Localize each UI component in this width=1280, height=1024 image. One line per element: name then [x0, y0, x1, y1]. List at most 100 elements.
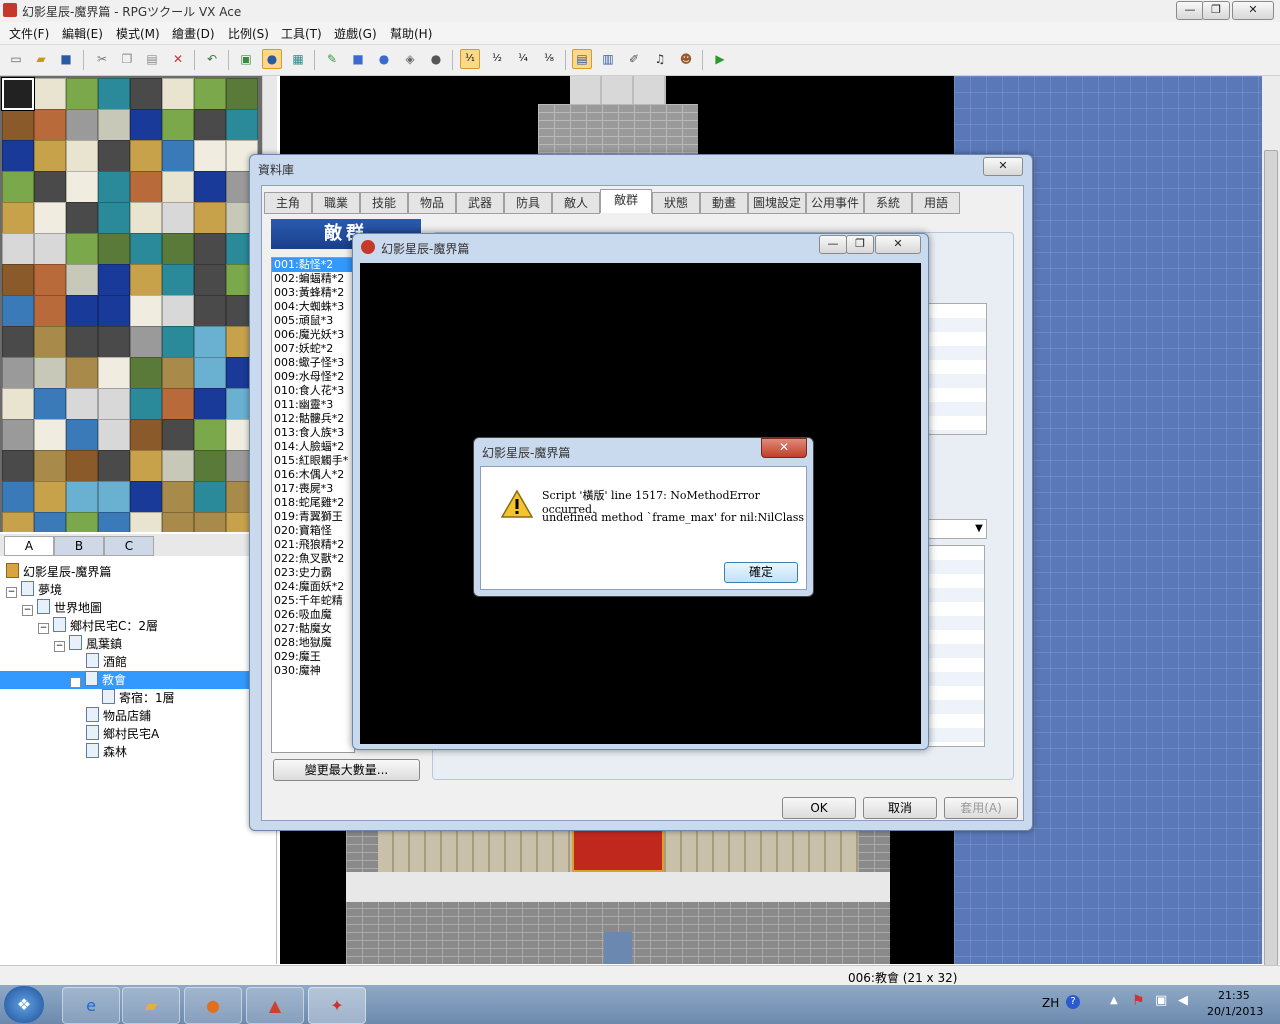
tile[interactable]: [34, 357, 66, 389]
new-project-icon[interactable]: ▭: [6, 49, 26, 69]
tile[interactable]: [130, 512, 162, 532]
collapse-icon[interactable]: −: [22, 605, 33, 616]
tile[interactable]: [194, 140, 226, 172]
dialog-close-button[interactable]: ✕: [983, 157, 1023, 176]
list-item[interactable]: 017:喪屍*3: [272, 482, 354, 496]
list-item[interactable]: 005:頑鼠*3: [272, 314, 354, 328]
tile[interactable]: [162, 295, 194, 327]
tab-weapons[interactable]: 武器: [456, 192, 504, 214]
zoom-1-1-icon[interactable]: ¹⁄₁: [460, 49, 480, 69]
troop-member-list[interactable]: [923, 303, 987, 435]
cut-icon[interactable]: ✂: [92, 49, 112, 69]
tile[interactable]: [194, 481, 226, 513]
error-ok-button[interactable]: 確定: [724, 562, 798, 583]
tile[interactable]: [194, 171, 226, 203]
apply-button[interactable]: 套用(A): [944, 797, 1018, 819]
tile[interactable]: [130, 171, 162, 203]
scroll-thumb[interactable]: [1264, 150, 1278, 966]
tile[interactable]: [130, 264, 162, 296]
zoom-1-8-icon[interactable]: ¹⁄₈: [539, 49, 559, 69]
tree-node-church[interactable]: − 教會: [0, 671, 250, 689]
tileset-palette[interactable]: [0, 76, 262, 532]
tile[interactable]: [194, 109, 226, 141]
tree-node-forest[interactable]: 森林: [86, 743, 127, 761]
tile[interactable]: [194, 264, 226, 296]
ellipse-icon[interactable]: ●: [374, 49, 394, 69]
tab-common-events[interactable]: 公用事件: [806, 192, 864, 214]
list-item[interactable]: 006:魔光妖*3: [272, 328, 354, 342]
tile[interactable]: [130, 78, 162, 110]
list-item[interactable]: 026:吸血魔: [272, 608, 354, 622]
dropdown-arrow-icon[interactable]: ▼: [923, 519, 987, 539]
tile[interactable]: [194, 78, 226, 110]
zoom-1-2-icon[interactable]: ¹⁄₂: [487, 49, 507, 69]
character-generator-icon[interactable]: ☻: [676, 49, 696, 69]
list-item[interactable]: 003:黃蜂精*2: [272, 286, 354, 300]
menu-game[interactable]: 遊戲(G): [334, 25, 377, 42]
tab-states[interactable]: 狀態: [652, 192, 700, 214]
sound-test-icon[interactable]: ♫: [650, 49, 670, 69]
tile[interactable]: [162, 512, 194, 532]
list-item[interactable]: 015:紅眼觸手*: [272, 454, 354, 468]
volume-icon[interactable]: ◀: [1178, 993, 1188, 1008]
tile[interactable]: [66, 233, 98, 265]
tile[interactable]: [226, 109, 258, 141]
tile[interactable]: [98, 233, 130, 265]
tile[interactable]: [66, 388, 98, 420]
tile[interactable]: [66, 109, 98, 141]
tile[interactable]: [130, 202, 162, 234]
tile[interactable]: [194, 202, 226, 234]
tile[interactable]: [162, 419, 194, 451]
file-explorer-icon[interactable]: ▰: [122, 987, 180, 1024]
script-editor-icon[interactable]: ✐: [624, 49, 644, 69]
tile[interactable]: [130, 326, 162, 358]
tab-tilesets[interactable]: 圖塊設定: [748, 192, 806, 214]
tile[interactable]: [2, 481, 34, 513]
list-item[interactable]: 028:地獄魔: [272, 636, 354, 650]
delete-icon[interactable]: ✕: [168, 49, 188, 69]
tile[interactable]: [98, 388, 130, 420]
action-center-flag-icon[interactable]: ⚑: [1132, 993, 1145, 1009]
tileset-tab-c[interactable]: C: [104, 536, 154, 556]
tree-node-town[interactable]: − 風葉鎮: [54, 635, 122, 653]
tile[interactable]: [2, 295, 34, 327]
undo-icon[interactable]: ↶: [202, 49, 222, 69]
menu-edit[interactable]: 編輯(E): [62, 25, 103, 42]
tile[interactable]: [162, 326, 194, 358]
tile[interactable]: [34, 109, 66, 141]
tile[interactable]: [34, 419, 66, 451]
resource-manager-icon[interactable]: ▥: [598, 49, 618, 69]
map-mode-icon[interactable]: ▣: [236, 49, 256, 69]
tile[interactable]: [34, 295, 66, 327]
tile[interactable]: [98, 140, 130, 172]
internet-explorer-icon[interactable]: e: [62, 987, 120, 1024]
tree-node-dream[interactable]: − 夢境: [6, 581, 62, 599]
tile[interactable]: [98, 78, 130, 110]
pencil-icon[interactable]: ✎: [322, 49, 342, 69]
tile[interactable]: [162, 233, 194, 265]
region-mode-icon[interactable]: ▦: [288, 49, 308, 69]
list-item[interactable]: 011:幽靈*3: [272, 398, 354, 412]
tile[interactable]: [34, 264, 66, 296]
tile[interactable]: [194, 419, 226, 451]
menu-tools[interactable]: 工具(T): [281, 25, 322, 42]
tile[interactable]: [34, 512, 66, 532]
tile[interactable]: [130, 140, 162, 172]
show-hidden-icons-icon[interactable]: ▲: [1110, 995, 1118, 1006]
tile[interactable]: [66, 140, 98, 172]
tile[interactable]: [194, 233, 226, 265]
paste-icon[interactable]: ▤: [142, 49, 162, 69]
tile[interactable]: [162, 140, 194, 172]
tile[interactable]: [162, 202, 194, 234]
start-button-icon[interactable]: ❖: [4, 986, 44, 1023]
tile[interactable]: [2, 326, 34, 358]
event-mode-icon[interactable]: ●: [262, 49, 282, 69]
game-minimize-button[interactable]: —: [819, 235, 847, 254]
tree-node-world-map[interactable]: − 世界地圖: [22, 599, 102, 617]
tile[interactable]: [98, 512, 130, 532]
database-icon[interactable]: ▤: [572, 49, 592, 69]
tile[interactable]: [34, 388, 66, 420]
menu-scale[interactable]: 比例(S): [228, 25, 269, 42]
list-item[interactable]: 018:蛇尾雞*2: [272, 496, 354, 510]
menu-help[interactable]: 幫助(H): [390, 25, 432, 42]
